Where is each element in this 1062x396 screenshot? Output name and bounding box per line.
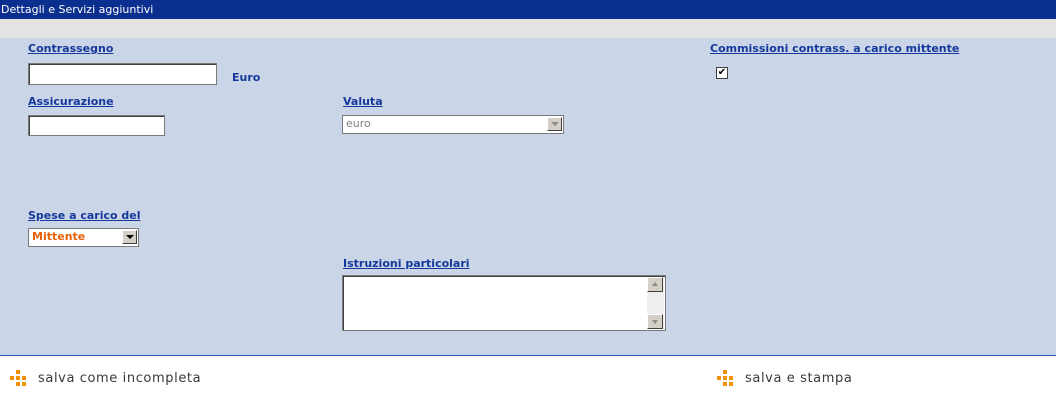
textarea-scrollbar[interactable] (647, 277, 664, 329)
commissioni-checkbox[interactable]: ✔ (716, 67, 728, 79)
dots-icon (10, 370, 26, 386)
istruzioni-textarea[interactable] (342, 275, 666, 331)
section-title-bar: Dettagli e Servizi aggiuntivi (0, 0, 1056, 19)
save-print-button[interactable]: salva e stampa (717, 370, 852, 386)
assicurazione-label[interactable]: Assicurazione (28, 95, 114, 108)
assicurazione-input[interactable] (28, 115, 165, 136)
chevron-down-icon[interactable] (122, 230, 137, 244)
section-title: Dettagli e Servizi aggiuntivi (1, 3, 154, 16)
commissioni-label[interactable]: Commissioni contrass. a carico mittente (710, 42, 959, 55)
contrassegno-input[interactable] (28, 63, 217, 85)
valuta-select[interactable]: euro (342, 115, 564, 134)
chevron-down-icon[interactable] (547, 117, 562, 131)
valuta-label[interactable]: Valuta (343, 95, 383, 108)
checkmark-icon: ✔ (717, 67, 727, 78)
save-print-label: salva e stampa (745, 370, 853, 386)
contrassegno-unit: Euro (232, 71, 261, 84)
dots-icon (717, 370, 733, 386)
save-incomplete-label: salva come incompleta (38, 370, 202, 386)
details-panel: Contrassegno Euro Commissioni contrass. … (0, 38, 1056, 356)
valuta-selected-value: euro (346, 117, 371, 130)
istruzioni-label[interactable]: Istruzioni particolari (343, 257, 470, 270)
spese-select[interactable]: Mittente (28, 228, 139, 247)
contrassegno-label[interactable]: Contrassegno (28, 42, 113, 55)
scroll-up-icon[interactable] (647, 277, 663, 292)
spese-label[interactable]: Spese a carico del (28, 209, 141, 222)
scroll-down-icon[interactable] (647, 314, 663, 329)
save-incomplete-button[interactable]: salva come incompleta (10, 370, 201, 386)
header-strip (0, 19, 1056, 38)
